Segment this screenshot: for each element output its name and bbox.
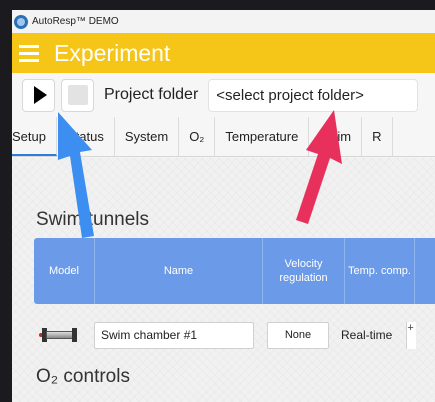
tab-status[interactable]: Status <box>57 117 115 156</box>
app-window: AutoResp™ DEMO Experiment Project folder… <box>12 10 435 402</box>
start-button[interactable] <box>22 78 55 112</box>
column-header-velocity: Velocity regulation <box>263 238 345 304</box>
swim-tunnels-title: Swim tunnels <box>36 209 149 230</box>
o2-controls-title: O₂ controls <box>36 366 130 387</box>
table-row: Swim chamber #1 None Real-time + <box>34 320 417 350</box>
tab-temperature[interactable]: Temperature <box>215 117 310 156</box>
project-folder-selector[interactable]: <select project folder> <box>208 78 419 112</box>
hamburger-menu-icon[interactable] <box>12 33 46 73</box>
temp-comp-value: Real-time <box>341 328 393 342</box>
column-header-model: Model <box>34 238 95 304</box>
stop-icon <box>67 85 88 105</box>
play-icon <box>33 86 47 104</box>
swim-chamber-icon <box>39 325 79 345</box>
swim-tunnels-table-header: Model Name Velocity regulation Temp. com… <box>34 238 435 304</box>
tab-swim[interactable]: Swim <box>309 117 363 156</box>
tab-system[interactable]: System <box>115 117 180 156</box>
app-bar: Experiment <box>12 33 435 73</box>
window-title: AutoResp™ DEMO <box>32 16 119 27</box>
stop-button[interactable] <box>61 78 94 112</box>
setup-panel: Swim tunnels Model Name Velocity regulat… <box>12 158 435 402</box>
column-header-more <box>415 238 435 304</box>
toolbar: Project folder <select project folder> <box>12 73 435 117</box>
tab-o2[interactable]: O₂ <box>179 117 216 156</box>
app-logo-icon <box>14 14 28 29</box>
page-title: Experiment <box>54 39 171 66</box>
title-bar: AutoResp™ DEMO <box>12 10 435 33</box>
chamber-name-input[interactable]: Swim chamber #1 <box>94 321 254 349</box>
project-folder-label: Project folder <box>104 86 199 103</box>
velocity-regulation-button[interactable]: None <box>267 321 329 349</box>
row-extra-cell[interactable]: + <box>406 321 417 349</box>
column-header-temp: Temp. comp. <box>345 238 415 304</box>
tab-setup[interactable]: Setup <box>12 117 57 156</box>
tab-r[interactable]: R <box>362 117 393 156</box>
tab-bar: Setup Status System O₂ Temperature Swim … <box>12 117 435 157</box>
column-header-name: Name <box>95 238 263 304</box>
